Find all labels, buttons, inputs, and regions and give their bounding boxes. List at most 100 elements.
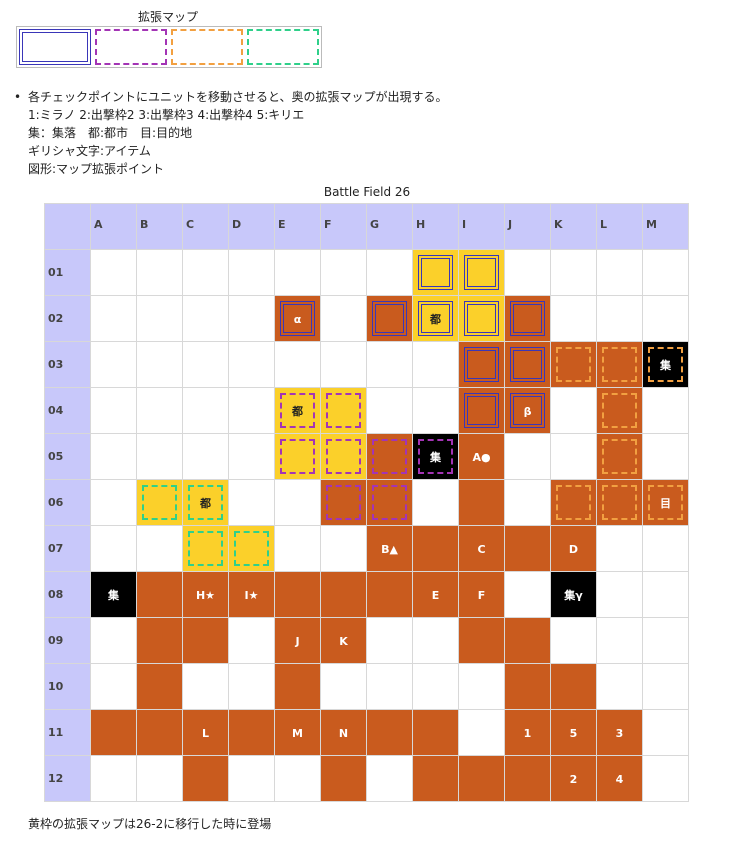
map-cell-i10[interactable]: [458, 663, 505, 710]
map-cell-f12[interactable]: [320, 755, 367, 802]
map-cell-k04[interactable]: [550, 387, 597, 434]
map-cell-j02[interactable]: [504, 295, 551, 342]
map-cell-i09[interactable]: [458, 617, 505, 664]
map-cell-k01[interactable]: [550, 249, 597, 296]
map-cell-h01[interactable]: [412, 249, 459, 296]
map-cell-k09[interactable]: [550, 617, 597, 664]
map-cell-i01[interactable]: [458, 249, 505, 296]
map-cell-b09[interactable]: [136, 617, 183, 664]
map-cell-j05[interactable]: [504, 433, 551, 480]
map-cell-f07[interactable]: [320, 525, 367, 572]
map-cell-k07[interactable]: D: [550, 525, 597, 572]
map-cell-c09[interactable]: [182, 617, 229, 664]
map-cell-a05[interactable]: [90, 433, 137, 480]
map-cell-f10[interactable]: [320, 663, 367, 710]
map-cell-j06[interactable]: [504, 479, 551, 526]
map-cell-e07[interactable]: [274, 525, 321, 572]
map-cell-k06[interactable]: [550, 479, 597, 526]
map-cell-h08[interactable]: E: [412, 571, 459, 618]
map-cell-a06[interactable]: [90, 479, 137, 526]
map-cell-e08[interactable]: [274, 571, 321, 618]
map-cell-d02[interactable]: [228, 295, 275, 342]
map-cell-a10[interactable]: [90, 663, 137, 710]
map-cell-k10[interactable]: [550, 663, 597, 710]
map-cell-l03[interactable]: [596, 341, 643, 388]
map-cell-d03[interactable]: [228, 341, 275, 388]
map-cell-f09[interactable]: K: [320, 617, 367, 664]
map-cell-d01[interactable]: [228, 249, 275, 296]
map-cell-g05[interactable]: [366, 433, 413, 480]
map-cell-l07[interactable]: [596, 525, 643, 572]
map-cell-h12[interactable]: [412, 755, 459, 802]
map-cell-g08[interactable]: [366, 571, 413, 618]
map-cell-j01[interactable]: [504, 249, 551, 296]
map-cell-j12[interactable]: [504, 755, 551, 802]
map-cell-l06[interactable]: [596, 479, 643, 526]
map-cell-e10[interactable]: [274, 663, 321, 710]
map-cell-h07[interactable]: [412, 525, 459, 572]
map-cell-k02[interactable]: [550, 295, 597, 342]
map-cell-h06[interactable]: [412, 479, 459, 526]
map-cell-d07[interactable]: [228, 525, 275, 572]
map-cell-l04[interactable]: [596, 387, 643, 434]
map-cell-l11[interactable]: 3: [596, 709, 643, 756]
map-cell-i06[interactable]: [458, 479, 505, 526]
map-cell-d04[interactable]: [228, 387, 275, 434]
map-cell-e06[interactable]: [274, 479, 321, 526]
map-cell-m11[interactable]: [642, 709, 689, 756]
map-cell-a08[interactable]: 集: [90, 571, 137, 618]
map-cell-l09[interactable]: [596, 617, 643, 664]
map-cell-b08[interactable]: [136, 571, 183, 618]
map-cell-g01[interactable]: [366, 249, 413, 296]
map-cell-c08[interactable]: H★: [182, 571, 229, 618]
map-cell-m09[interactable]: [642, 617, 689, 664]
map-cell-l01[interactable]: [596, 249, 643, 296]
map-cell-k08[interactable]: 集γ: [550, 571, 597, 618]
map-cell-e03[interactable]: [274, 341, 321, 388]
map-cell-m04[interactable]: [642, 387, 689, 434]
map-cell-m10[interactable]: [642, 663, 689, 710]
map-cell-a11[interactable]: [90, 709, 137, 756]
map-cell-g04[interactable]: [366, 387, 413, 434]
map-cell-k05[interactable]: [550, 433, 597, 480]
map-cell-m08[interactable]: [642, 571, 689, 618]
map-cell-j09[interactable]: [504, 617, 551, 664]
map-cell-g10[interactable]: [366, 663, 413, 710]
map-cell-m03[interactable]: 集: [642, 341, 689, 388]
map-cell-g09[interactable]: [366, 617, 413, 664]
map-cell-m12[interactable]: [642, 755, 689, 802]
map-cell-a02[interactable]: [90, 295, 137, 342]
map-cell-c07[interactable]: [182, 525, 229, 572]
map-cell-e04[interactable]: 都: [274, 387, 321, 434]
map-cell-k11[interactable]: 5: [550, 709, 597, 756]
map-cell-l08[interactable]: [596, 571, 643, 618]
map-cell-f05[interactable]: [320, 433, 367, 480]
map-cell-e02[interactable]: α: [274, 295, 321, 342]
map-cell-h03[interactable]: [412, 341, 459, 388]
map-cell-e05[interactable]: [274, 433, 321, 480]
map-cell-l10[interactable]: [596, 663, 643, 710]
map-cell-c05[interactable]: [182, 433, 229, 480]
map-cell-c06[interactable]: 都: [182, 479, 229, 526]
map-cell-m06[interactable]: 目: [642, 479, 689, 526]
map-cell-g07[interactable]: B▲: [366, 525, 413, 572]
map-cell-m07[interactable]: [642, 525, 689, 572]
map-cell-d09[interactable]: [228, 617, 275, 664]
map-cell-j11[interactable]: 1: [504, 709, 551, 756]
map-cell-a03[interactable]: [90, 341, 137, 388]
map-cell-f03[interactable]: [320, 341, 367, 388]
map-cell-h09[interactable]: [412, 617, 459, 664]
map-cell-j03[interactable]: [504, 341, 551, 388]
map-cell-c12[interactable]: [182, 755, 229, 802]
map-cell-b12[interactable]: [136, 755, 183, 802]
map-cell-d11[interactable]: [228, 709, 275, 756]
map-cell-i12[interactable]: [458, 755, 505, 802]
map-cell-d12[interactable]: [228, 755, 275, 802]
map-cell-k03[interactable]: [550, 341, 597, 388]
map-cell-e12[interactable]: [274, 755, 321, 802]
map-cell-h10[interactable]: [412, 663, 459, 710]
map-cell-f06[interactable]: [320, 479, 367, 526]
map-cell-d08[interactable]: I★: [228, 571, 275, 618]
map-cell-b10[interactable]: [136, 663, 183, 710]
map-cell-b03[interactable]: [136, 341, 183, 388]
